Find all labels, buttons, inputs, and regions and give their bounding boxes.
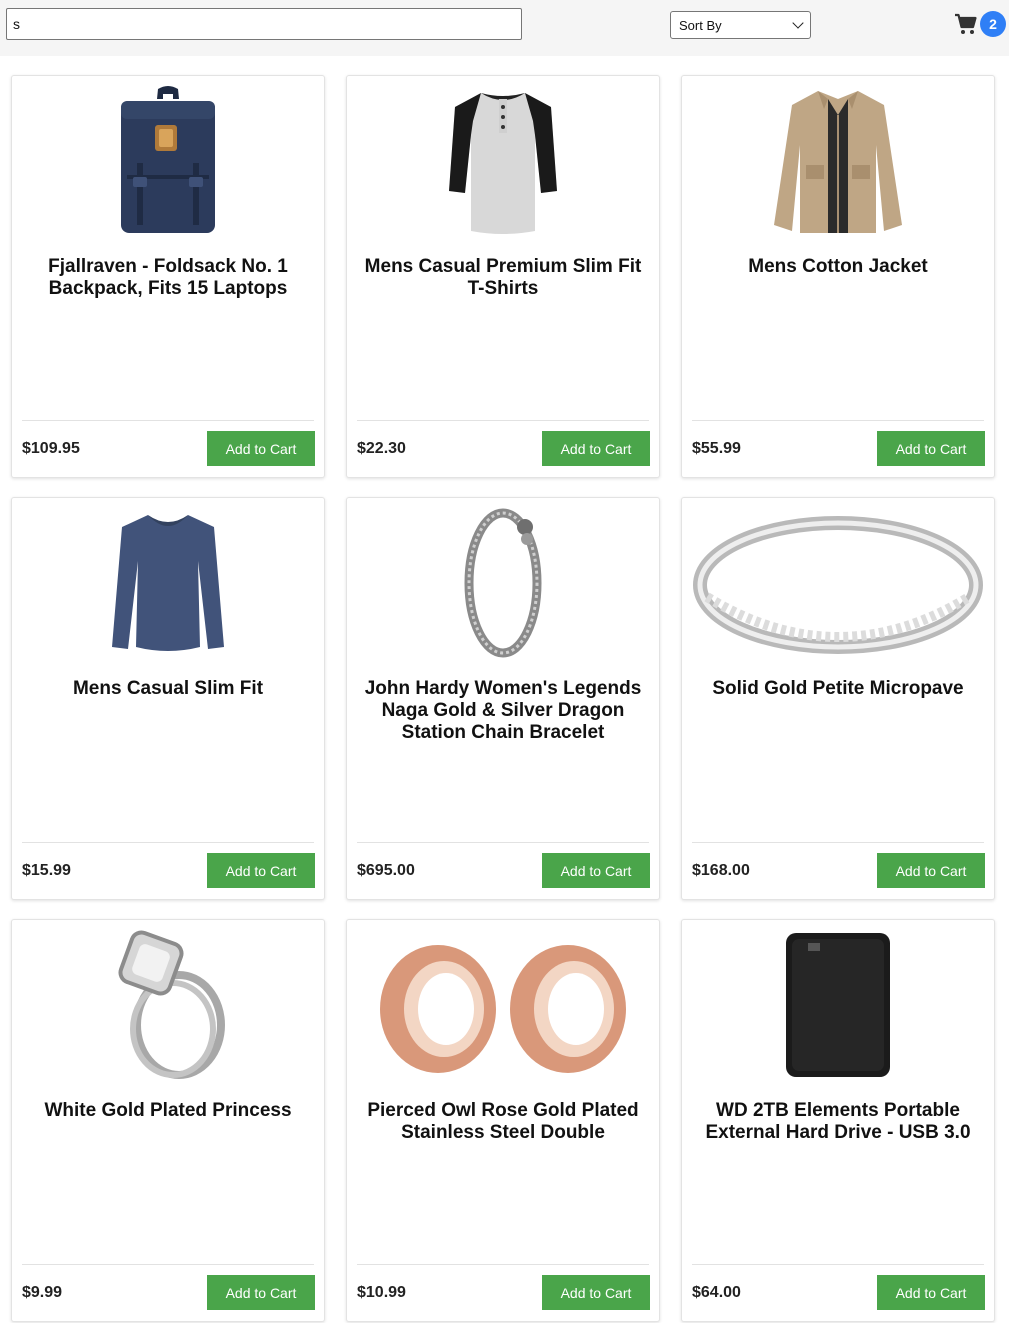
add-to-cart-button[interactable]: Add to Cart (877, 853, 985, 888)
bracelet-image (347, 506, 659, 660)
product-card: Pierced Owl Rose Gold Plated Stainless S… (346, 919, 660, 1322)
divider (22, 842, 314, 843)
product-card: John Hardy Women's Legends Naga Gold & S… (346, 497, 660, 900)
chevron-down-icon (792, 17, 804, 29)
product-title[interactable]: Solid Gold Petite Micropave (694, 678, 982, 700)
product-price: $10.99 (357, 1284, 406, 1301)
ear-plugs-image (347, 928, 659, 1082)
product-title[interactable]: John Hardy Women's Legends Naga Gold & S… (359, 678, 647, 744)
product-price: $168.00 (692, 862, 750, 879)
divider (22, 1264, 314, 1265)
add-to-cart-button[interactable]: Add to Cart (207, 853, 315, 888)
divider (357, 420, 649, 421)
hard-drive-image (682, 928, 994, 1082)
add-to-cart-button[interactable]: Add to Cart (877, 1275, 985, 1310)
product-card: Mens Cotton Jacket $55.99 Add to Cart (681, 75, 995, 478)
cart-icon[interactable] (954, 12, 978, 36)
product-title[interactable]: Mens Cotton Jacket (694, 256, 982, 278)
product-card: Mens Casual Slim Fit $15.99 Add to Cart (11, 497, 325, 900)
add-to-cart-button[interactable]: Add to Cart (207, 431, 315, 466)
ring-image (682, 506, 994, 660)
tshirt-image (347, 84, 659, 238)
product-price: $9.99 (22, 1284, 63, 1301)
product-title[interactable]: Pierced Owl Rose Gold Plated Stainless S… (359, 1100, 647, 1144)
long-sleeve-shirt-image (12, 506, 324, 660)
product-price: $695.00 (357, 862, 415, 879)
add-to-cart-button[interactable]: Add to Cart (542, 1275, 650, 1310)
product-title[interactable]: White Gold Plated Princess (24, 1100, 312, 1122)
product-price: $64.00 (692, 1284, 741, 1301)
divider (22, 420, 314, 421)
product-card: Mens Casual Premium Slim Fit T-Shirts $2… (346, 75, 660, 478)
product-card: Fjallraven - Foldsack No. 1 Backpack, Fi… (11, 75, 325, 478)
search-input[interactable] (6, 8, 522, 40)
product-title[interactable]: WD 2TB Elements Portable External Hard D… (694, 1100, 982, 1144)
product-title[interactable]: Mens Casual Premium Slim Fit T-Shirts (359, 256, 647, 300)
add-to-cart-button[interactable]: Add to Cart (877, 431, 985, 466)
product-card: White Gold Plated Princess $9.99 Add to … (11, 919, 325, 1322)
divider (692, 1264, 984, 1265)
divider (692, 420, 984, 421)
product-price: $55.99 (692, 440, 741, 457)
product-title[interactable]: Mens Casual Slim Fit (24, 678, 312, 700)
backpack-image (12, 84, 324, 238)
add-to-cart-button[interactable]: Add to Cart (542, 431, 650, 466)
add-to-cart-button[interactable]: Add to Cart (207, 1275, 315, 1310)
product-title[interactable]: Fjallraven - Foldsack No. 1 Backpack, Fi… (24, 256, 312, 300)
sort-select[interactable]: Sort By (670, 11, 811, 39)
cart-count-badge: 2 (980, 11, 1006, 37)
sort-select-label: Sort By (679, 17, 722, 33)
divider (692, 842, 984, 843)
divider (357, 842, 649, 843)
jacket-image (682, 84, 994, 238)
add-to-cart-button[interactable]: Add to Cart (542, 853, 650, 888)
product-price: $15.99 (22, 862, 71, 879)
product-price: $109.95 (22, 440, 80, 457)
product-card: Solid Gold Petite Micropave $168.00 Add … (681, 497, 995, 900)
product-card: WD 2TB Elements Portable External Hard D… (681, 919, 995, 1322)
engagement-ring-image (12, 928, 324, 1082)
top-bar: Sort By 2 (0, 0, 1009, 56)
divider (357, 1264, 649, 1265)
product-price: $22.30 (357, 440, 406, 457)
